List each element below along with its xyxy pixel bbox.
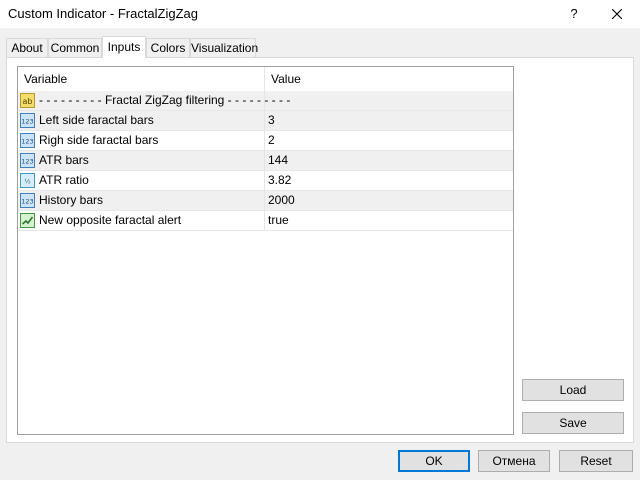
row-variable-label: Left side faractal bars	[39, 113, 154, 127]
svg-text:123: 123	[21, 118, 33, 126]
integer-icon: 123	[20, 193, 35, 208]
tab-about[interactable]: About	[6, 38, 48, 57]
svg-text:123: 123	[21, 198, 33, 206]
close-icon	[612, 9, 622, 19]
row-value[interactable]: true	[265, 211, 513, 231]
column-header-variable[interactable]: Variable	[18, 67, 265, 91]
grid-row[interactable]: ½ ATR ratio 3.82	[18, 171, 513, 191]
cancel-button[interactable]: Отмена	[478, 450, 550, 472]
row-variable-label: Righ side faractal bars	[39, 133, 159, 147]
row-value[interactable]: 2	[265, 131, 513, 151]
grid-row[interactable]: 123 Left side faractal bars 3	[18, 111, 513, 131]
tab-common[interactable]: Common	[48, 38, 102, 57]
close-button[interactable]	[600, 2, 634, 26]
double-icon: ½	[20, 173, 35, 188]
tab-inputs[interactable]: Inputs	[102, 36, 146, 58]
help-button[interactable]: ?	[560, 2, 588, 26]
window-title: Custom Indicator - FractalZigZag	[8, 6, 199, 21]
row-value[interactable]: 2000	[265, 191, 513, 211]
load-button[interactable]: Load	[522, 379, 624, 401]
ok-button[interactable]: OK	[398, 450, 470, 472]
grid-row[interactable]: 123 ATR bars 144	[18, 151, 513, 171]
grid-header: Variable Value	[18, 67, 513, 91]
reset-button[interactable]: Reset	[559, 450, 633, 472]
grid-row[interactable]: 123 History bars 2000	[18, 191, 513, 211]
row-variable-label: ATR ratio	[39, 173, 89, 187]
row-variable-label: New opposite faractal alert	[39, 213, 182, 227]
row-value[interactable]: 144	[265, 151, 513, 171]
svg-text:123: 123	[21, 138, 33, 146]
save-button[interactable]: Save	[522, 412, 624, 434]
row-variable-label: - - - - - - - - - Fractal ZigZag filteri…	[39, 93, 291, 107]
inputs-grid: Variable Value ab - - - - - - - - - Frac…	[17, 66, 514, 435]
row-value[interactable]	[265, 91, 513, 111]
title-bar: Custom Indicator - FractalZigZag ?	[0, 0, 640, 28]
row-value[interactable]: 3	[265, 111, 513, 131]
tab-colors[interactable]: Colors	[146, 38, 190, 57]
integer-icon: 123	[20, 133, 35, 148]
row-variable-label: ATR bars	[39, 153, 89, 167]
svg-text:123: 123	[21, 158, 33, 166]
ab-string-icon: ab	[20, 93, 35, 108]
row-variable-label: History bars	[39, 193, 104, 207]
svg-text:ab: ab	[23, 97, 33, 106]
grid-row[interactable]: 123 Righ side faractal bars 2	[18, 131, 513, 151]
bool-icon	[20, 213, 35, 228]
row-value[interactable]: 3.82	[265, 171, 513, 191]
svg-text:½: ½	[24, 178, 30, 186]
grid-row[interactable]: ab - - - - - - - - - Fractal ZigZag filt…	[18, 91, 513, 111]
integer-icon: 123	[20, 113, 35, 128]
grid-row[interactable]: New opposite faractal alert true	[18, 211, 513, 231]
tab-visualization[interactable]: Visualization	[190, 38, 258, 57]
integer-icon: 123	[20, 153, 35, 168]
column-header-value[interactable]: Value	[265, 67, 513, 91]
